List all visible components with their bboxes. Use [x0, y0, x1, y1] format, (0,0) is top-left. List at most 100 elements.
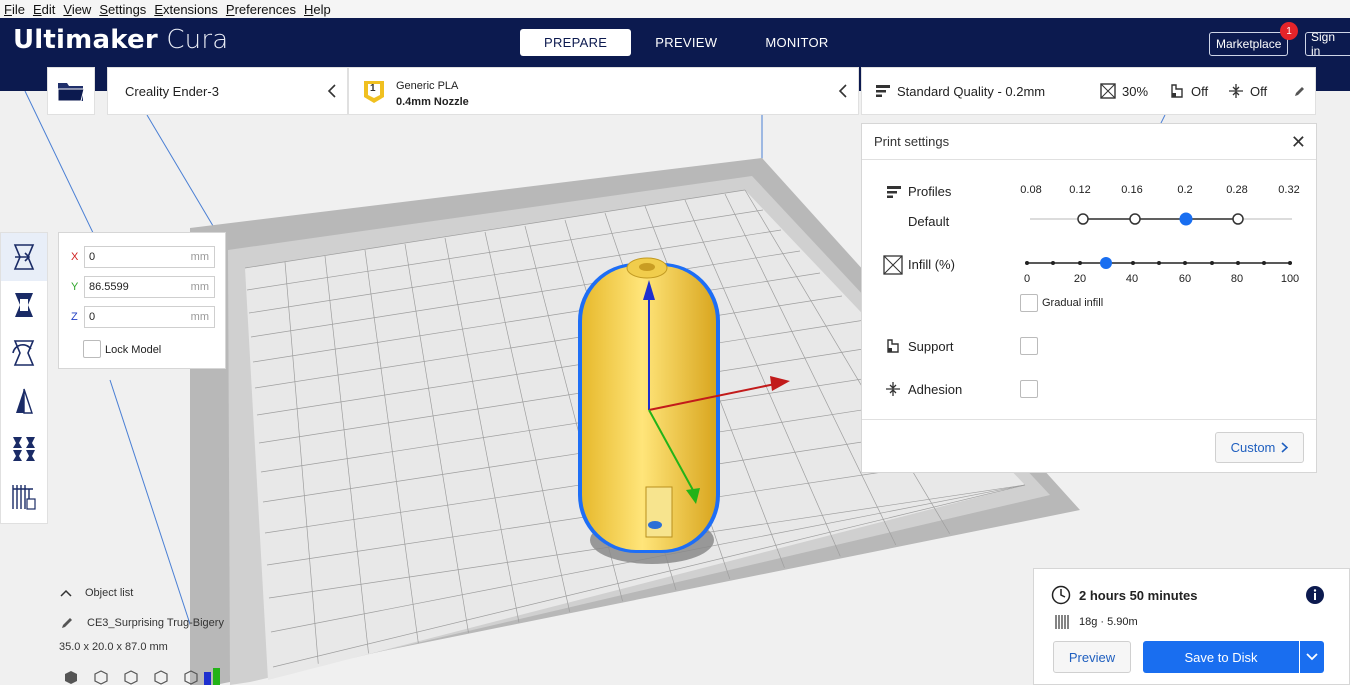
quality-profile-label: Standard Quality - 0.2mm [897, 83, 1046, 99]
marketplace-button[interactable]: Marketplace [1209, 32, 1289, 56]
chevron-up-icon [60, 589, 72, 597]
layer-height-tick: 0.08 [1020, 184, 1042, 196]
profile-lines-icon [876, 85, 890, 97]
custom-button[interactable]: Custom [1215, 432, 1304, 463]
scale-tool[interactable] [1, 281, 47, 329]
marketplace-badge: 1 [1280, 22, 1298, 40]
tab-prepare[interactable]: PREPARE [520, 29, 632, 56]
infill-summary: 30% [1100, 83, 1148, 99]
menu-view[interactable]: View [59, 2, 95, 17]
support-label: Support [908, 339, 954, 354]
infill-tick: 40 [1125, 273, 1139, 285]
unit-label: mm [190, 281, 209, 293]
infill-summary-value: 30% [1122, 83, 1149, 99]
chevron-right-icon [1281, 442, 1289, 453]
object-list-label: Object list [85, 587, 134, 599]
mirror-tool-icon [16, 388, 33, 414]
pencil-icon [62, 618, 72, 628]
material-selector[interactable]: 1 Generic PLA 0.4mm Nozzle [348, 67, 859, 115]
sign-in-button[interactable]: Sign in [1305, 30, 1350, 58]
layer-height-tick: 0.32 [1278, 184, 1300, 196]
adhesion-label: Adhesion [908, 382, 963, 397]
per-model-settings-icon [13, 437, 35, 461]
profile-lines-icon [887, 186, 901, 198]
info-icon[interactable] [1305, 585, 1325, 605]
print-settings-panel: Print settings ✕ Profiles Default 0.08 0… [861, 123, 1317, 473]
menu-bar: File Edit View Settings Extensions Prefe… [0, 0, 1350, 18]
logo-bold-text: Ultimaker [13, 25, 158, 55]
logo-light-text: Cura [166, 25, 229, 55]
infill-tick: 60 [1178, 273, 1192, 285]
adhesion-summary-value: Off [1250, 83, 1268, 99]
object-dimensions: 35.0 x 20.0 x 87.0 mm [59, 641, 168, 653]
layer-height-tick: 0.16 [1121, 184, 1143, 196]
z-axis-label: Z [71, 311, 78, 323]
lock-model-checkbox[interactable] [83, 340, 101, 358]
menu-help[interactable]: Help [300, 2, 335, 17]
save-to-disk-button[interactable]: Save to Disk [1143, 641, 1299, 673]
mirror-tool[interactable] [1, 377, 47, 425]
preview-button[interactable]: Preview [1053, 641, 1131, 673]
chevron-down-icon [1306, 653, 1318, 661]
spool-icon [1055, 615, 1069, 629]
object-name: CE3_Surprising Trug-Bigery [87, 617, 224, 629]
gradual-infill-label: Gradual infill [1042, 297, 1104, 309]
support-checkbox[interactable] [1020, 337, 1038, 355]
lock-model-label: Lock Model [105, 344, 162, 356]
material-usage: 18g · 5.90m [1054, 614, 1138, 630]
gradual-infill-checkbox[interactable] [1020, 294, 1038, 312]
object-list-toggle[interactable]: Object list [60, 587, 133, 599]
z-position-input[interactable]: 0 mm [84, 306, 215, 328]
open-file-button[interactable] [47, 67, 95, 115]
support-blocker-icon [12, 485, 36, 510]
tab-preview[interactable]: PREVIEW [631, 29, 741, 56]
close-icon[interactable]: ✕ [1291, 132, 1306, 153]
x-position-input[interactable]: 0 mm [84, 246, 215, 268]
view-orientation-buttons[interactable] [62, 670, 202, 685]
rotate-tool[interactable] [1, 329, 47, 377]
support-summary-value: Off [1191, 83, 1209, 99]
infill-slider[interactable] [1022, 255, 1302, 271]
app-logo: Ultimaker Cura [13, 25, 228, 55]
adhesion-icon [886, 382, 900, 396]
scale-tool-icon [15, 293, 33, 317]
save-options-dropdown[interactable] [1300, 641, 1324, 673]
support-icon [887, 339, 899, 353]
folder-icon [57, 83, 85, 102]
object-name-row[interactable]: CE3_Surprising Trug-Bigery [60, 616, 224, 630]
unit-label: mm [190, 311, 209, 323]
infill-tick: 0 [1023, 273, 1031, 285]
print-time: 2 hours 50 minutes [1051, 585, 1197, 605]
menu-settings[interactable]: Settings [95, 2, 150, 17]
adhesion-icon [1229, 84, 1243, 98]
rotate-tool-icon [12, 340, 35, 366]
tab-monitor[interactable]: MONITOR [741, 29, 852, 56]
menu-preferences[interactable]: Preferences [222, 2, 300, 17]
move-tool-icon [13, 244, 35, 270]
print-time-value: 2 hours 50 minutes [1079, 587, 1198, 603]
print-settings-summary[interactable]: Standard Quality - 0.2mm 30% Off Off [861, 67, 1316, 115]
menu-extensions[interactable]: Extensions [150, 2, 222, 17]
material-name: Generic PLA [396, 80, 459, 92]
y-axis-label: Y [71, 281, 79, 293]
move-tool[interactable] [1, 233, 47, 281]
adhesion-checkbox[interactable] [1020, 380, 1038, 398]
menu-file[interactable]: File [0, 2, 29, 17]
menu-edit[interactable]: Edit [29, 2, 59, 17]
pencil-icon[interactable] [1293, 85, 1306, 98]
layer-height-tick: 0.28 [1226, 184, 1248, 196]
quality-profile: Standard Quality - 0.2mm [875, 83, 1045, 99]
per-model-settings-tool[interactable] [1, 425, 47, 473]
material-usage-value: 18g · 5.90m [1079, 616, 1138, 628]
support-blocker-tool[interactable] [1, 473, 47, 521]
clock-icon [1051, 585, 1071, 605]
nozzle-size: 0.4mm Nozzle [396, 96, 469, 108]
printer-selector[interactable]: Creality Ender-3 [107, 67, 348, 115]
y-position-input[interactable]: 86.5599 mm [84, 276, 215, 298]
layer-height-slider[interactable] [1022, 209, 1302, 229]
chevron-left-icon [838, 84, 847, 98]
infill-label: Infill (%) [908, 257, 955, 272]
custom-button-label: Custom [1230, 440, 1276, 455]
tool-bar [0, 232, 48, 524]
chevron-left-icon [327, 84, 336, 98]
